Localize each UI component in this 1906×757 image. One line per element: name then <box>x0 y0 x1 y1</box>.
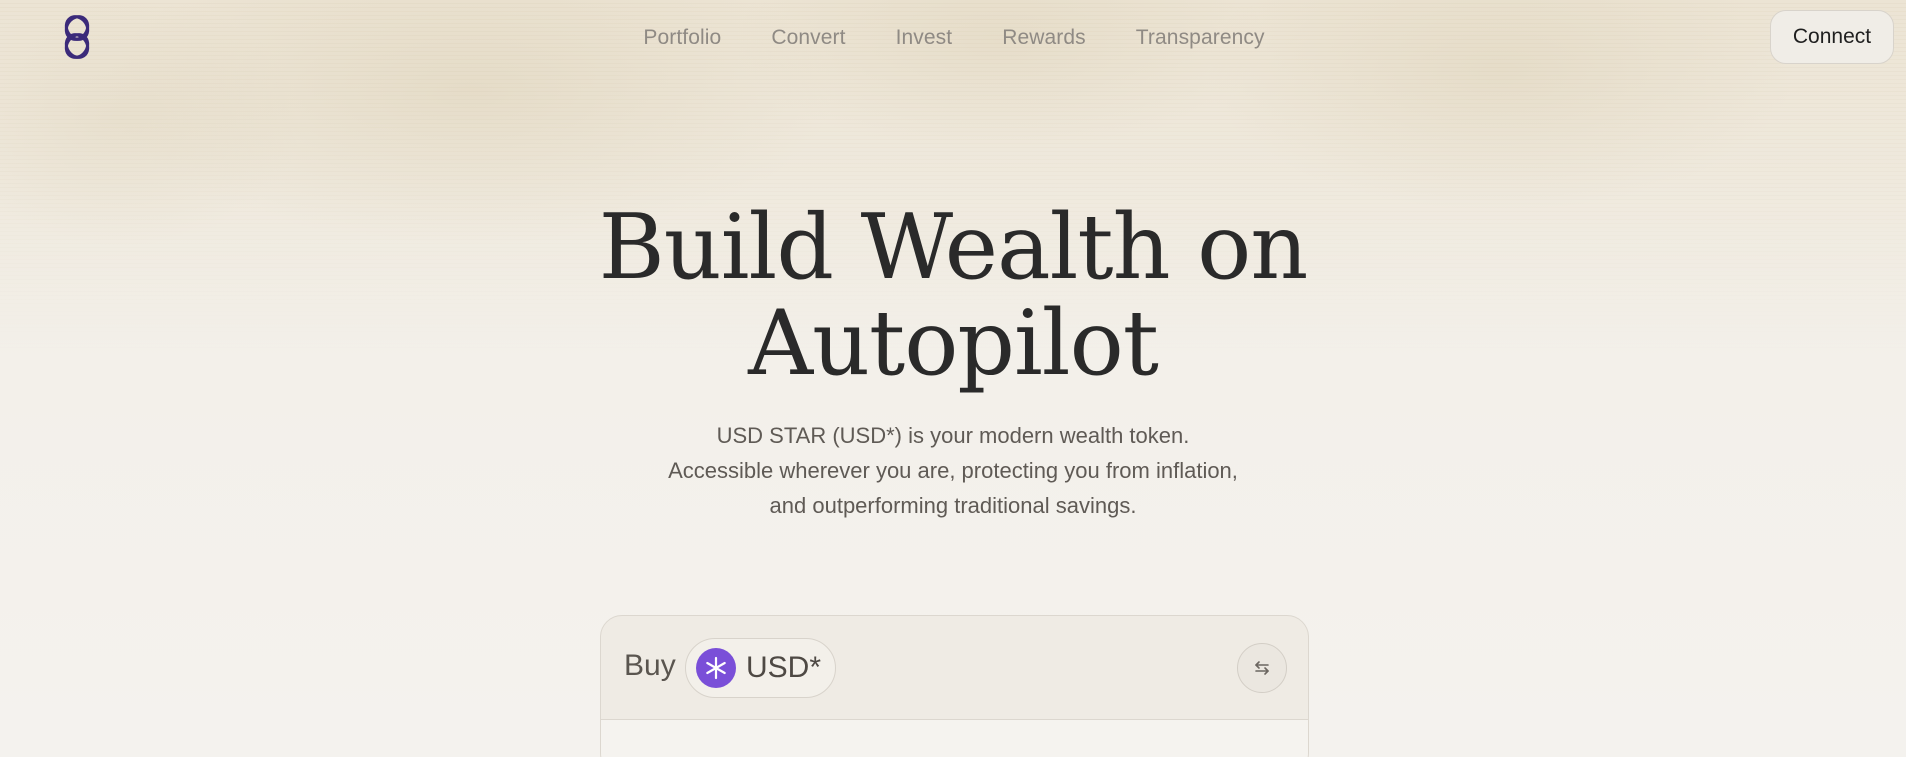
swap-card: Buy USD* <box>600 615 1309 757</box>
nav-item-portfolio[interactable]: Portfolio <box>643 24 721 52</box>
swap-card-header: Buy USD* <box>601 616 1308 720</box>
nav-item-transparency[interactable]: Transparency <box>1136 24 1265 52</box>
token-symbol: USD* <box>746 651 822 684</box>
hero-subtitle: USD STAR (USD*) is your modern wealth to… <box>0 418 1906 523</box>
hero-title-line-2: Autopilot <box>748 291 1159 396</box>
interlocked-rings-logo-icon <box>64 15 90 59</box>
nav-item-rewards[interactable]: Rewards <box>1002 24 1086 52</box>
hero-subtitle-line-3: and outperforming traditional savings. <box>769 493 1137 518</box>
swap-arrows-icon <box>1255 661 1269 675</box>
main-nav: Portfolio Convert Invest Rewards Transpa… <box>0 24 1906 52</box>
swap-direction-button[interactable] <box>1237 643 1287 693</box>
connect-button[interactable]: Connect <box>1770 10 1894 64</box>
brand-logo-icon[interactable] <box>53 13 101 61</box>
swap-card-body <box>601 720 1308 757</box>
hero-title-line-1: Build Wealth on <box>598 195 1309 300</box>
hero-title: Build Wealth on Autopilot <box>0 200 1906 392</box>
star-burst-icon <box>696 648 736 688</box>
hero-subtitle-line-2: Accessible wherever you are, protecting … <box>668 458 1238 483</box>
trade-mode-label: Buy <box>624 649 676 682</box>
nav-item-convert[interactable]: Convert <box>771 24 845 52</box>
hero-subtitle-line-1: USD STAR (USD*) is your modern wealth to… <box>716 423 1190 448</box>
main-nav-list: Portfolio Convert Invest Rewards Transpa… <box>643 24 1264 52</box>
token-selector[interactable]: USD* <box>685 638 837 698</box>
nav-item-invest[interactable]: Invest <box>896 24 953 52</box>
